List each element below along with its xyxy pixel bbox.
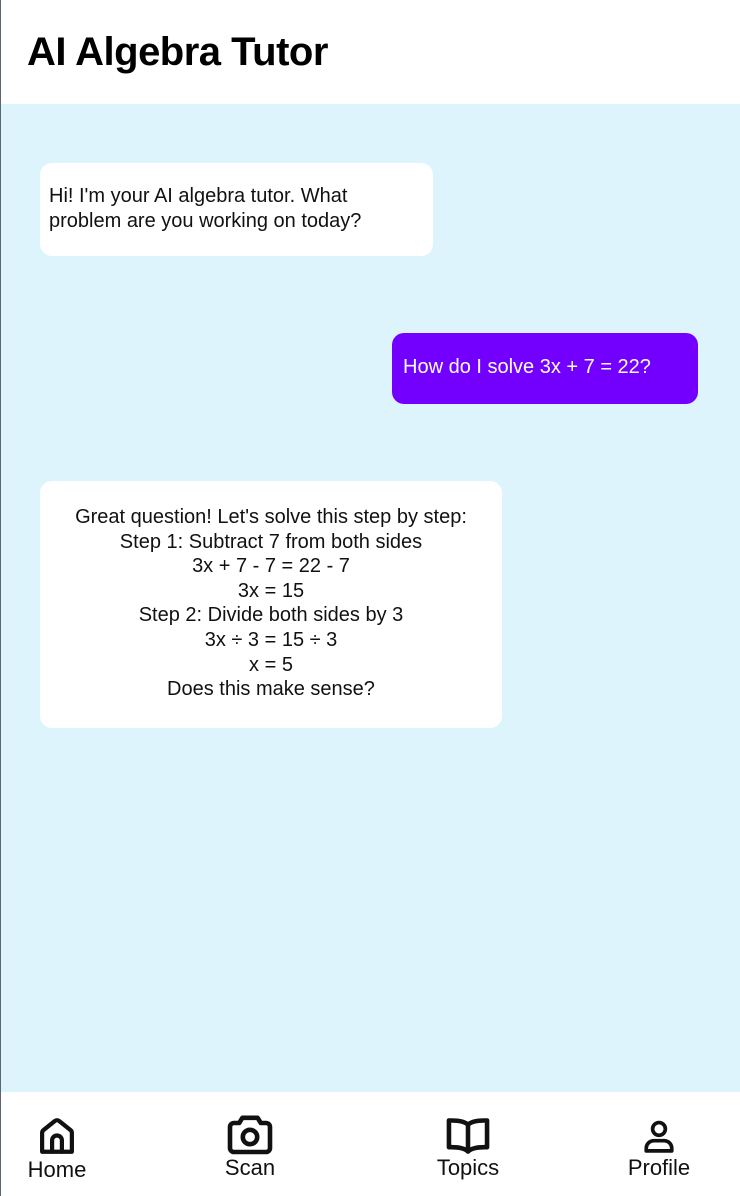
app-window: AI Algebra Tutor Hi! I'm your AI algebra… bbox=[0, 0, 740, 1196]
user-icon bbox=[644, 1120, 674, 1153]
nav-item-scan[interactable]: Scan bbox=[190, 1092, 310, 1196]
bottom-nav: Home Scan Topics Profile bbox=[1, 1092, 740, 1196]
app-header: AI Algebra Tutor bbox=[1, 0, 740, 104]
book-icon bbox=[446, 1118, 490, 1154]
nav-label-profile: Profile bbox=[627, 1155, 691, 1180]
user-message: How do I solve 3x + 7 = 22? bbox=[392, 333, 698, 404]
nav-label-home: Home bbox=[27, 1157, 87, 1182]
tutor-message: Hi! I'm your AI algebra tutor. What prob… bbox=[40, 163, 433, 256]
nav-item-topics[interactable]: Topics bbox=[408, 1092, 528, 1196]
nav-item-home[interactable]: Home bbox=[0, 1092, 117, 1196]
nav-item-profile[interactable]: Profile bbox=[599, 1092, 719, 1196]
chat-area[interactable]: Hi! I'm your AI algebra tutor. What prob… bbox=[1, 104, 740, 1092]
camera-icon bbox=[227, 1115, 273, 1155]
nav-label-topics: Topics bbox=[436, 1155, 500, 1180]
tutor-message: Great question! Let's solve this step by… bbox=[40, 481, 502, 728]
nav-label-scan: Scan bbox=[224, 1155, 276, 1180]
page-title: AI Algebra Tutor bbox=[27, 30, 328, 74]
home-icon bbox=[40, 1118, 74, 1154]
